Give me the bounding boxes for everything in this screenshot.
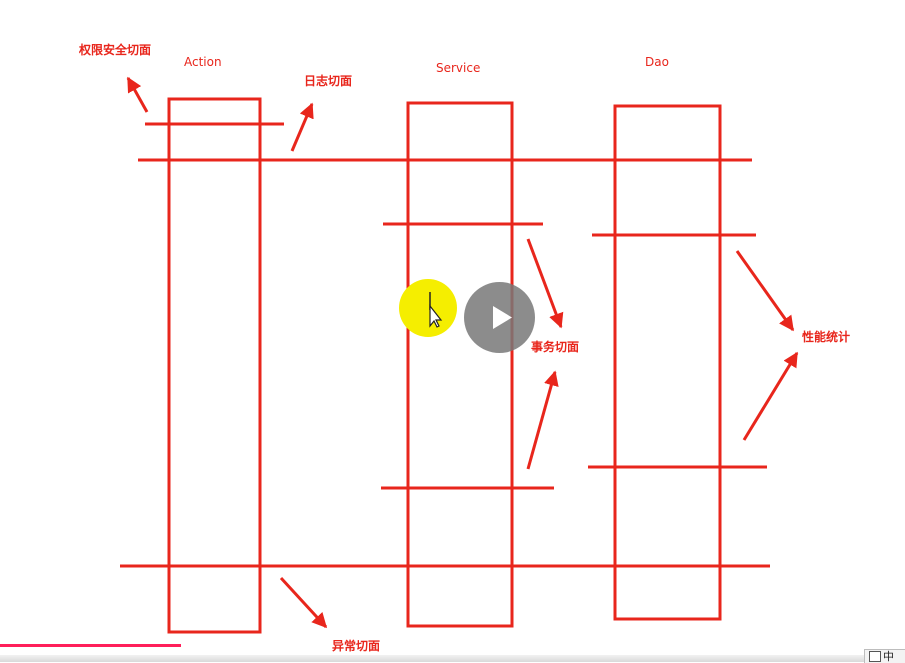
action-label: Action [184, 55, 222, 69]
log-arrow [290, 102, 314, 152]
ime-icon [869, 651, 881, 662]
play-icon [493, 306, 512, 329]
log-aspect-label: 日志切面 [304, 74, 353, 88]
ime-indicator[interactable]: 中 [864, 649, 905, 663]
exception-aspect-label: 异常切面 [332, 639, 381, 653]
exception-arrow [279, 576, 328, 629]
ime-label: 中 [883, 650, 894, 663]
dao-label: Dao [645, 55, 669, 69]
performance-arrow-up [742, 351, 799, 441]
transaction-aspect-label: 事务切面 [531, 340, 580, 354]
action-box [167, 97, 262, 634]
performance-aspect-label: 性能统计 [802, 330, 851, 344]
service-box [406, 101, 514, 628]
play-button[interactable] [464, 282, 535, 353]
taskbar-strip [0, 655, 905, 662]
playback-progress-bar[interactable] [0, 644, 181, 647]
mouse-cursor-icon [429, 292, 443, 328]
service-label: Service [436, 61, 481, 75]
security-arrow [126, 76, 149, 113]
performance-arrow-down [735, 250, 795, 332]
security-aspect-label: 权限安全切面 [79, 43, 152, 57]
aop-diagram [120, 76, 799, 634]
transaction-arrow-up [526, 370, 559, 470]
dao-box [613, 104, 722, 621]
